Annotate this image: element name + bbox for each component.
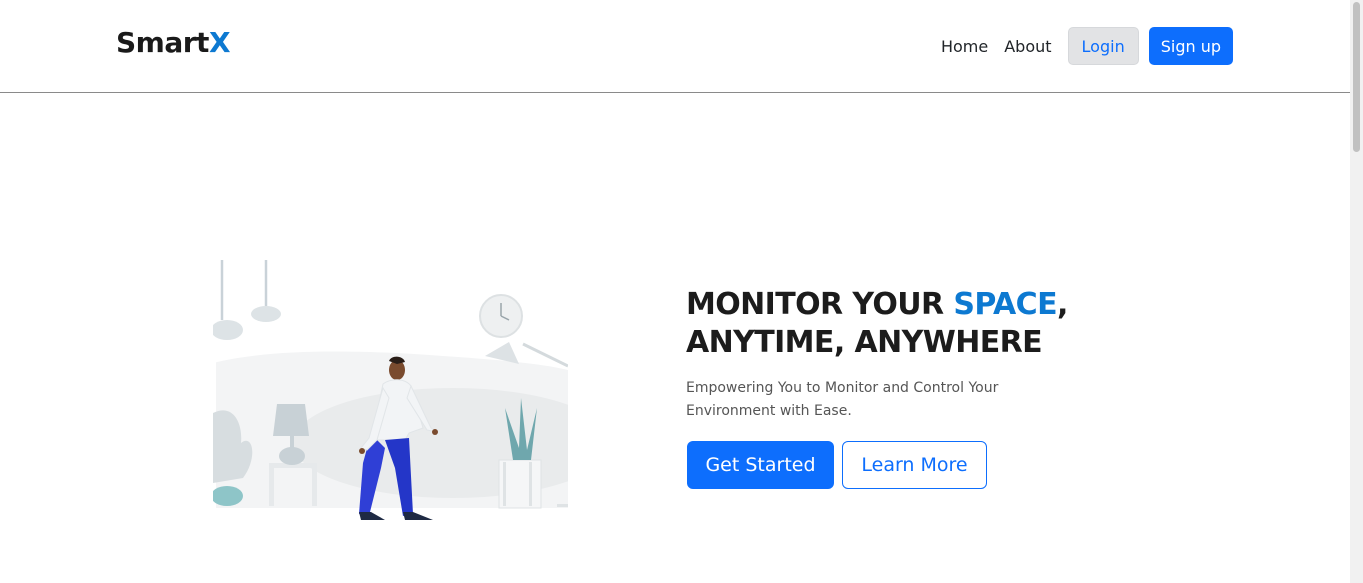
get-started-button[interactable]: Get Started [687,441,834,489]
person-hand-right [432,429,438,435]
person-walking-room-illustration [213,258,568,523]
hero-subtitle: Empowering You to Monitor and Control Yo… [686,380,999,419]
side-table-leg-right [312,468,317,506]
navbar: SmartX Home About Login Sign up [0,0,1350,93]
desk-lamp-arm [522,342,568,368]
login-button[interactable]: Login [1067,27,1139,65]
signup-button[interactable]: Sign up [1148,27,1233,65]
pot-stripe-2 [529,462,532,506]
person-shoe-right [403,512,433,520]
hero-title-part1: MONITOR YOUR [686,287,954,322]
hero-title: MONITOR YOUR SPACE, ANYTIME, ANYWHERE [686,286,1106,362]
hanging-lamp-right-icon [251,306,281,322]
left-edge [213,258,216,523]
hero-title-line2: ANYTIME, ANYWHERE [686,325,1043,360]
hero-title-accent: SPACE [953,287,1057,322]
table-lamp-stem [290,436,294,448]
table-lamp-icon [279,447,305,465]
person-hand-left [359,448,365,454]
nav-link-home[interactable]: Home [941,37,988,56]
person-shoe-left [359,512,385,520]
brand-name-accent: X [208,26,231,59]
page-scrollbar[interactable] [1350,0,1363,583]
brand-logo[interactable]: SmartX [116,26,231,59]
scrollbar-thumb[interactable] [1353,2,1360,152]
floor-line [557,504,568,507]
side-table-leg-left [269,468,274,506]
nav-link-about[interactable]: About [1004,37,1051,56]
hanging-lamp-left-icon [213,320,243,340]
table-lamp-shade [273,404,309,436]
hero-title-part2: , [1056,287,1068,322]
pot-stripe-1 [503,462,506,506]
nav-links: Home About Login Sign up [941,27,1233,65]
brand-name-main: Smart [116,26,209,59]
learn-more-button[interactable]: Learn More [842,441,987,489]
